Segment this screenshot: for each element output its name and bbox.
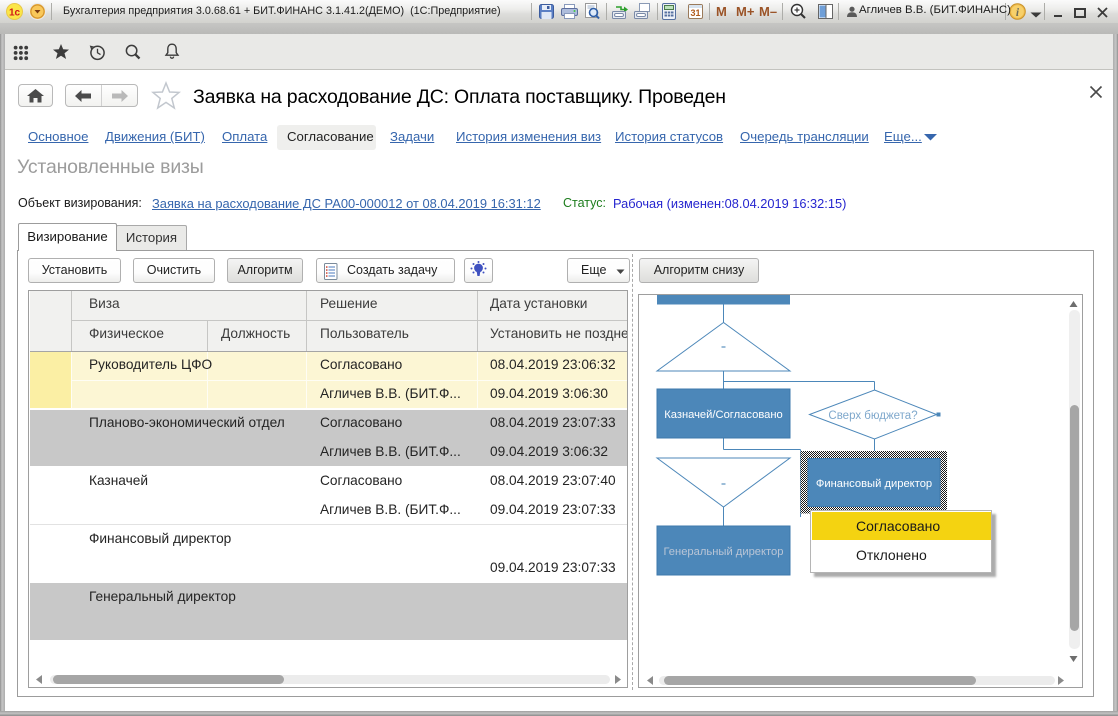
- svg-text:Финансовый директор: Финансовый директор: [816, 478, 932, 490]
- svg-text:31: 31: [690, 8, 700, 18]
- svg-text:Казначей/Согласовано: Казначей/Согласовано: [664, 409, 783, 421]
- svg-text:Генеральный директор: Генеральный директор: [664, 546, 784, 558]
- svg-text:1с: 1с: [9, 8, 21, 19]
- svg-text:Сверх бюджета?: Сверх бюджета?: [828, 410, 917, 422]
